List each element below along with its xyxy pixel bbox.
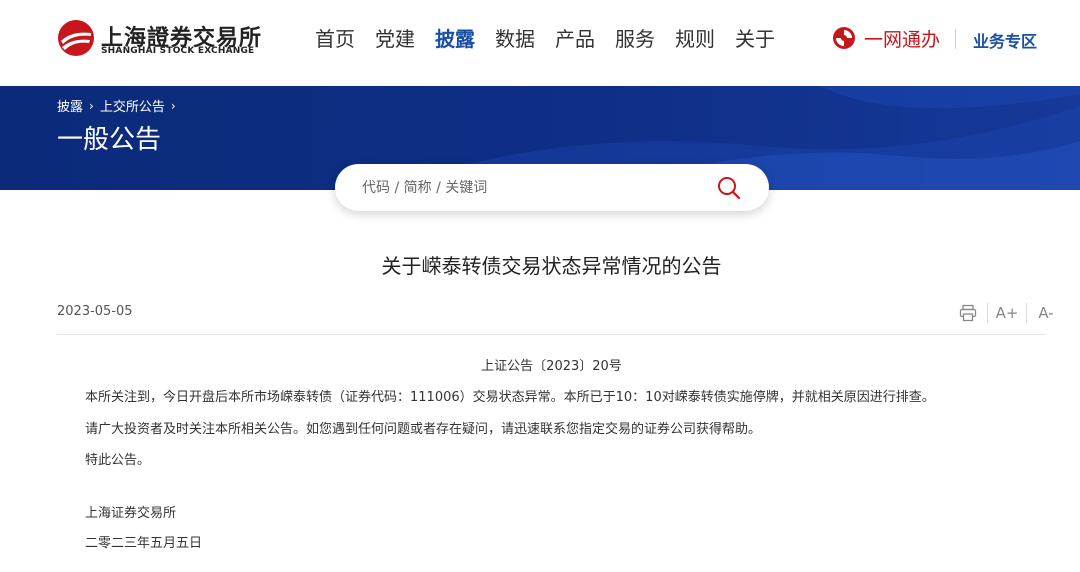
- nav-item-party[interactable]: 党建: [375, 24, 415, 54]
- nav-item-home[interactable]: 首页: [315, 24, 355, 54]
- search-icon[interactable]: [716, 175, 742, 201]
- chevron-right-icon: ›: [89, 98, 94, 113]
- nav-item-services[interactable]: 服务: [615, 24, 655, 54]
- divider: [57, 334, 1046, 335]
- article-signature: 上海证券交易所: [85, 506, 177, 521]
- print-icon: [959, 304, 977, 322]
- article-title: 关于嵘泰转债交易状态异常情况的公告: [381, 254, 722, 278]
- nav-item-about[interactable]: 关于: [735, 24, 775, 54]
- article-paragraph: 特此公告。: [85, 453, 151, 468]
- article-tools: A+ A-: [955, 300, 1059, 326]
- search-box: [335, 164, 769, 211]
- article-paragraph: 请广大投资者及时关注本所相关公告。如您遇到任何问题或者存在疑问，请迅速联系您指定…: [85, 422, 762, 437]
- article-signature-date: 二零二三年五月五日: [85, 536, 203, 551]
- sse-logo-mark-icon: [58, 20, 94, 56]
- breadcrumb-item-disclosure[interactable]: 披露: [57, 96, 83, 115]
- document-number: 上证公告〔2023〕20号: [481, 359, 622, 374]
- yiwang-tongban-link[interactable]: 一网通办: [832, 24, 940, 52]
- logo-name-en: SHANGHAI STOCK EXCHANGE: [101, 46, 255, 56]
- nav-item-products[interactable]: 产品: [555, 24, 595, 54]
- site-header: 上海證券交易所 SHANGHAI STOCK EXCHANGE 首页 党建 披露…: [0, 0, 1080, 86]
- search-input[interactable]: [362, 177, 702, 199]
- page-title: 一般公告: [57, 125, 162, 155]
- article-date: 2023-05-05: [57, 304, 133, 319]
- header-divider: [955, 29, 956, 49]
- chevron-right-icon: ›: [170, 98, 176, 113]
- main-nav: 首页 党建 披露 数据 产品 服务 规则 关于: [315, 24, 795, 54]
- breadcrumb-item-sse-announcements[interactable]: 上交所公告: [100, 96, 165, 115]
- font-increase-button[interactable]: A+: [994, 300, 1020, 326]
- article-paragraph: 本所关注到，今日开盘后本所市场嵘泰转债（证券代码：111006）交易状态异常。本…: [85, 390, 935, 405]
- sse-logo[interactable]: 上海證券交易所 SHANGHAI STOCK EXCHANGE: [57, 19, 261, 61]
- yiwang-logo-icon: [833, 27, 855, 49]
- print-button[interactable]: [955, 300, 981, 326]
- business-zone-link[interactable]: 业务专区: [973, 28, 1037, 52]
- nav-item-data[interactable]: 数据: [495, 24, 535, 54]
- tool-divider: [1026, 303, 1027, 323]
- breadcrumb: 披露 › 上交所公告 ›: [57, 96, 182, 116]
- nav-item-rules[interactable]: 规则: [675, 24, 715, 54]
- font-decrease-button[interactable]: A-: [1033, 300, 1059, 326]
- tool-divider: [987, 303, 988, 323]
- nav-item-disclosure[interactable]: 披露: [435, 24, 475, 54]
- yiwang-label: 一网通办: [864, 28, 941, 51]
